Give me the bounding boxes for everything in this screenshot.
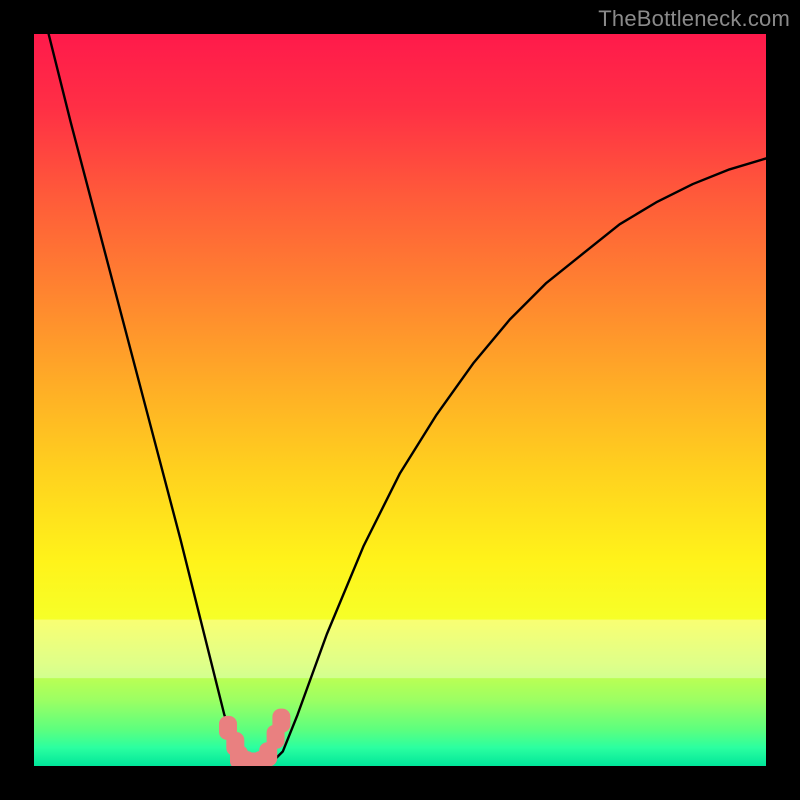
chart-plot-area	[34, 34, 766, 766]
chart-frame: TheBottleneck.com	[0, 0, 800, 800]
highlight-marker	[272, 709, 290, 733]
chart-svg	[34, 34, 766, 766]
pale-band	[34, 620, 766, 679]
watermark-label: TheBottleneck.com	[598, 6, 790, 32]
